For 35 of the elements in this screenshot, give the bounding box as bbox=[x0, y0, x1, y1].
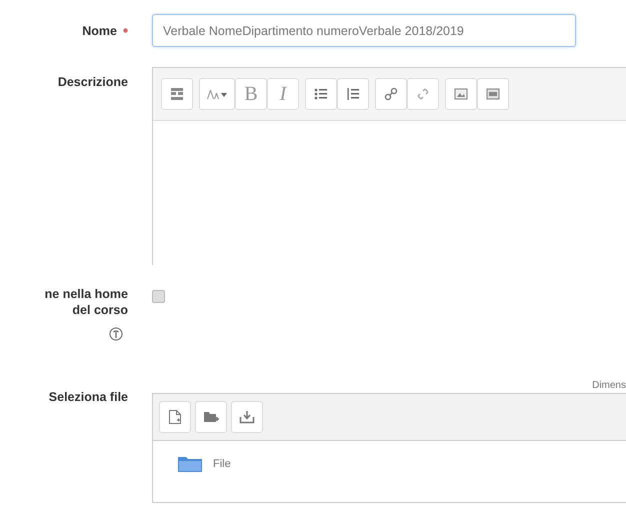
media-icon bbox=[486, 87, 500, 101]
image-icon bbox=[454, 87, 468, 101]
file-icon bbox=[168, 409, 182, 425]
unlink-icon bbox=[416, 87, 430, 101]
folder-name[interactable]: File bbox=[213, 458, 231, 470]
folder-icon bbox=[177, 455, 203, 473]
font-size-button[interactable] bbox=[199, 78, 235, 110]
collapse-icon bbox=[170, 87, 184, 101]
font-size-icon bbox=[206, 87, 228, 101]
field-label: Descrizione bbox=[58, 75, 128, 89]
name-field[interactable]: Verbale NomeDipartimento numeroVerbale 2018/2019 bbox=[152, 14, 576, 47]
help-icon[interactable] bbox=[109, 327, 123, 341]
checkbox[interactable] bbox=[152, 290, 165, 303]
folder-icon bbox=[203, 410, 219, 424]
size-note: Dimens bbox=[592, 380, 626, 391]
download-button[interactable] bbox=[231, 401, 263, 433]
add-folder-button[interactable] bbox=[195, 401, 227, 433]
bullet-list-icon bbox=[314, 87, 328, 101]
bullets-button[interactable] bbox=[305, 78, 337, 110]
numbered-list-icon bbox=[346, 87, 360, 101]
field-label: Seleziona file bbox=[48, 390, 128, 404]
field-label: Nome bbox=[82, 24, 117, 38]
download-icon bbox=[239, 410, 255, 424]
field-label: del corso bbox=[72, 303, 128, 317]
link-button[interactable] bbox=[375, 78, 407, 110]
image-button[interactable] bbox=[445, 78, 477, 110]
collapse-button[interactable] bbox=[161, 78, 193, 110]
field-label: ne nella home bbox=[44, 287, 128, 301]
numbering-button[interactable] bbox=[337, 78, 369, 110]
bold-button[interactable]: B bbox=[235, 78, 267, 110]
italic-button[interactable]: I bbox=[267, 78, 299, 110]
add-file-button[interactable] bbox=[159, 401, 191, 433]
text-editor[interactable]: B I bbox=[152, 67, 626, 265]
media-button[interactable] bbox=[477, 78, 509, 110]
link-icon bbox=[384, 87, 398, 101]
